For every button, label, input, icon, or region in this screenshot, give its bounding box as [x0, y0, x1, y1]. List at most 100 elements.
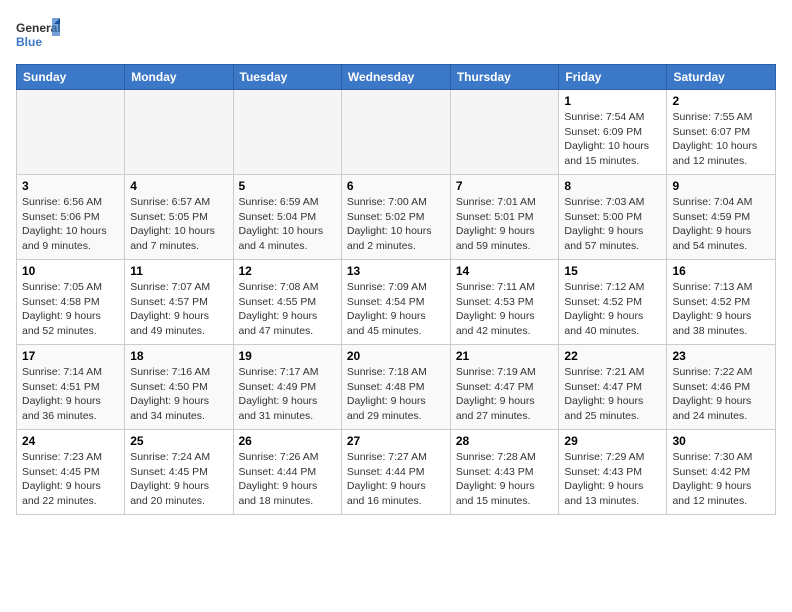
calendar-cell: 28 Sunrise: 7:28 AM Sunset: 4:43 PM Dayli…	[450, 430, 559, 515]
calendar-cell: 22 Sunrise: 7:21 AM Sunset: 4:47 PM Dayli…	[559, 345, 667, 430]
day-number: 9	[672, 179, 770, 193]
column-header-sunday: Sunday	[17, 65, 125, 90]
day-number: 29	[564, 434, 661, 448]
day-info: Sunrise: 7:29 AM Sunset: 4:43 PM Dayligh…	[564, 450, 661, 509]
calendar-cell	[125, 90, 233, 175]
calendar-cell: 21 Sunrise: 7:19 AM Sunset: 4:47 PM Dayli…	[450, 345, 559, 430]
week-row-5: 24 Sunrise: 7:23 AM Sunset: 4:45 PM Dayli…	[17, 430, 776, 515]
calendar-cell: 1 Sunrise: 7:54 AM Sunset: 6:09 PM Daylig…	[559, 90, 667, 175]
day-info: Sunrise: 7:14 AM Sunset: 4:51 PM Dayligh…	[22, 365, 119, 424]
day-info: Sunrise: 7:19 AM Sunset: 4:47 PM Dayligh…	[456, 365, 554, 424]
day-number: 22	[564, 349, 661, 363]
day-number: 20	[347, 349, 445, 363]
day-info: Sunrise: 7:28 AM Sunset: 4:43 PM Dayligh…	[456, 450, 554, 509]
week-row-4: 17Sunrise: 7:14 AM Sunset: 4:51 PM Dayli…	[17, 345, 776, 430]
calendar-cell: 3 Sunrise: 6:56 AM Sunset: 5:06 PM Daylig…	[17, 175, 125, 260]
day-number: 1	[564, 94, 661, 108]
logo: General Blue	[16, 16, 60, 56]
calendar-cell: 16 Sunrise: 7:13 AM Sunset: 4:52 PM Dayli…	[667, 260, 776, 345]
calendar-cell: 10 Sunrise: 7:05 AM Sunset: 4:58 PM Dayli…	[17, 260, 125, 345]
calendar-cell: 8 Sunrise: 7:03 AM Sunset: 5:00 PM Daylig…	[559, 175, 667, 260]
calendar-header-row: SundayMondayTuesdayWednesdayThursdayFrid…	[17, 65, 776, 90]
week-row-2: 3 Sunrise: 6:56 AM Sunset: 5:06 PM Daylig…	[17, 175, 776, 260]
day-number: 21	[456, 349, 554, 363]
calendar-cell: 27 Sunrise: 7:27 AM Sunset: 4:44 PM Dayli…	[341, 430, 450, 515]
day-number: 7	[456, 179, 554, 193]
day-number: 6	[347, 179, 445, 193]
day-number: 24	[22, 434, 119, 448]
calendar-cell: 6Sunrise: 7:00 AM Sunset: 5:02 PM Daylig…	[341, 175, 450, 260]
calendar-cell: 23Sunrise: 7:22 AM Sunset: 4:46 PM Dayli…	[667, 345, 776, 430]
column-header-monday: Monday	[125, 65, 233, 90]
day-number: 10	[22, 264, 119, 278]
page-header: General Blue	[16, 16, 776, 56]
day-info: Sunrise: 7:55 AM Sunset: 6:07 PM Dayligh…	[672, 110, 770, 169]
week-row-1: 1 Sunrise: 7:54 AM Sunset: 6:09 PM Daylig…	[17, 90, 776, 175]
calendar-cell: 17Sunrise: 7:14 AM Sunset: 4:51 PM Dayli…	[17, 345, 125, 430]
day-info: Sunrise: 7:16 AM Sunset: 4:50 PM Dayligh…	[130, 365, 227, 424]
day-info: Sunrise: 7:04 AM Sunset: 4:59 PM Dayligh…	[672, 195, 770, 254]
calendar-cell: 18 Sunrise: 7:16 AM Sunset: 4:50 PM Dayli…	[125, 345, 233, 430]
day-info: Sunrise: 7:08 AM Sunset: 4:55 PM Dayligh…	[239, 280, 336, 339]
day-number: 12	[239, 264, 336, 278]
day-number: 3	[22, 179, 119, 193]
day-number: 28	[456, 434, 554, 448]
calendar-cell: 2Sunrise: 7:55 AM Sunset: 6:07 PM Daylig…	[667, 90, 776, 175]
svg-text:Blue: Blue	[16, 35, 42, 49]
day-info: Sunrise: 7:54 AM Sunset: 6:09 PM Dayligh…	[564, 110, 661, 169]
calendar-cell: 29 Sunrise: 7:29 AM Sunset: 4:43 PM Dayli…	[559, 430, 667, 515]
day-number: 15	[564, 264, 661, 278]
day-number: 19	[239, 349, 336, 363]
day-number: 26	[239, 434, 336, 448]
calendar-cell	[233, 90, 341, 175]
day-number: 5	[239, 179, 336, 193]
day-info: Sunrise: 7:21 AM Sunset: 4:47 PM Dayligh…	[564, 365, 661, 424]
day-number: 4	[130, 179, 227, 193]
day-info: Sunrise: 7:01 AM Sunset: 5:01 PM Dayligh…	[456, 195, 554, 254]
day-info: Sunrise: 7:18 AM Sunset: 4:48 PM Dayligh…	[347, 365, 445, 424]
day-info: Sunrise: 6:56 AM Sunset: 5:06 PM Dayligh…	[22, 195, 119, 254]
calendar-cell	[450, 90, 559, 175]
day-number: 30	[672, 434, 770, 448]
calendar-cell	[341, 90, 450, 175]
day-number: 11	[130, 264, 227, 278]
day-number: 13	[347, 264, 445, 278]
calendar-cell: 4 Sunrise: 6:57 AM Sunset: 5:05 PM Daylig…	[125, 175, 233, 260]
day-info: Sunrise: 7:11 AM Sunset: 4:53 PM Dayligh…	[456, 280, 554, 339]
calendar-cell: 14 Sunrise: 7:11 AM Sunset: 4:53 PM Dayli…	[450, 260, 559, 345]
day-info: Sunrise: 7:07 AM Sunset: 4:57 PM Dayligh…	[130, 280, 227, 339]
day-info: Sunrise: 7:12 AM Sunset: 4:52 PM Dayligh…	[564, 280, 661, 339]
day-info: Sunrise: 7:17 AM Sunset: 4:49 PM Dayligh…	[239, 365, 336, 424]
week-row-3: 10 Sunrise: 7:05 AM Sunset: 4:58 PM Dayli…	[17, 260, 776, 345]
day-info: Sunrise: 6:57 AM Sunset: 5:05 PM Dayligh…	[130, 195, 227, 254]
day-number: 16	[672, 264, 770, 278]
column-header-tuesday: Tuesday	[233, 65, 341, 90]
day-info: Sunrise: 7:23 AM Sunset: 4:45 PM Dayligh…	[22, 450, 119, 509]
day-number: 14	[456, 264, 554, 278]
calendar-cell: 24 Sunrise: 7:23 AM Sunset: 4:45 PM Dayli…	[17, 430, 125, 515]
day-info: Sunrise: 7:26 AM Sunset: 4:44 PM Dayligh…	[239, 450, 336, 509]
day-info: Sunrise: 7:30 AM Sunset: 4:42 PM Dayligh…	[672, 450, 770, 509]
column-header-saturday: Saturday	[667, 65, 776, 90]
day-number: 8	[564, 179, 661, 193]
column-header-wednesday: Wednesday	[341, 65, 450, 90]
calendar-cell: 25Sunrise: 7:24 AM Sunset: 4:45 PM Dayli…	[125, 430, 233, 515]
calendar-cell: 12 Sunrise: 7:08 AM Sunset: 4:55 PM Dayli…	[233, 260, 341, 345]
logo-graphic: General Blue	[16, 16, 60, 56]
day-info: Sunrise: 7:13 AM Sunset: 4:52 PM Dayligh…	[672, 280, 770, 339]
calendar-cell: 9 Sunrise: 7:04 AM Sunset: 4:59 PM Daylig…	[667, 175, 776, 260]
calendar-cell: 19 Sunrise: 7:17 AM Sunset: 4:49 PM Dayli…	[233, 345, 341, 430]
day-number: 18	[130, 349, 227, 363]
calendar-cell: 13Sunrise: 7:09 AM Sunset: 4:54 PM Dayli…	[341, 260, 450, 345]
calendar-cell: 26 Sunrise: 7:26 AM Sunset: 4:44 PM Dayli…	[233, 430, 341, 515]
day-info: Sunrise: 6:59 AM Sunset: 5:04 PM Dayligh…	[239, 195, 336, 254]
day-number: 25	[130, 434, 227, 448]
day-number: 27	[347, 434, 445, 448]
day-info: Sunrise: 7:05 AM Sunset: 4:58 PM Dayligh…	[22, 280, 119, 339]
calendar-cell: 11 Sunrise: 7:07 AM Sunset: 4:57 PM Dayli…	[125, 260, 233, 345]
logo-svg: General Blue	[16, 16, 60, 56]
calendar-cell	[17, 90, 125, 175]
day-number: 23	[672, 349, 770, 363]
day-info: Sunrise: 7:27 AM Sunset: 4:44 PM Dayligh…	[347, 450, 445, 509]
day-info: Sunrise: 7:03 AM Sunset: 5:00 PM Dayligh…	[564, 195, 661, 254]
